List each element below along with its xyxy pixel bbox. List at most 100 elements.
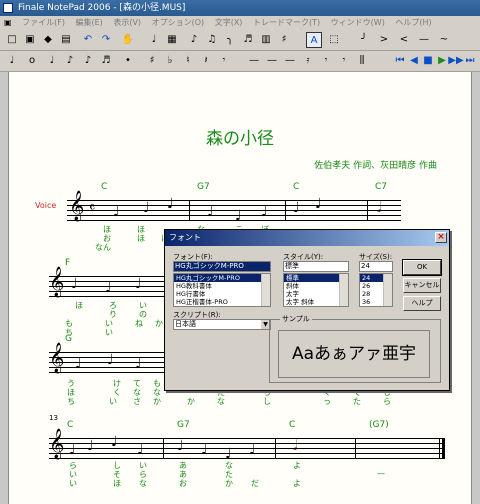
selection-tool-icon[interactable]: ⬚ <box>326 32 342 48</box>
text-tool-icon[interactable]: A <box>306 32 322 48</box>
note[interactable]: ♩ <box>69 442 76 458</box>
lyric[interactable]: か <box>153 396 161 407</box>
tuplet-tool-icon[interactable]: ♬ <box>240 32 256 48</box>
chord-symbol[interactable]: G7 <box>197 182 210 192</box>
lyric[interactable]: し <box>263 396 271 407</box>
lyric[interactable]: か <box>155 318 163 329</box>
lyric[interactable]: お <box>179 478 187 489</box>
redo-icon[interactable]: ↷ <box>98 32 114 48</box>
chord-symbol[interactable]: C7 <box>375 182 387 192</box>
eighth-rest-icon[interactable]: 𝄾 <box>216 53 232 69</box>
repeat-icon[interactable]: ⫼ <box>354 53 370 69</box>
font-list-item[interactable]: HG丸ゴシックM-PRO <box>174 274 270 282</box>
chord-symbol[interactable]: F <box>65 258 70 268</box>
measure-tool-icon[interactable]: ▥ <box>258 32 274 48</box>
dialog-title-bar[interactable]: フォント × <box>165 230 449 246</box>
quarter-rest-icon[interactable]: — <box>282 53 298 69</box>
key-tool-icon[interactable]: ▦ <box>164 32 180 48</box>
menu-options[interactable]: オプション(O) <box>148 16 209 30</box>
lyric[interactable]: なん <box>95 242 111 253</box>
note[interactable]: ♩ <box>135 356 142 372</box>
save-icon[interactable]: ◆ <box>40 32 56 48</box>
size-list-scrollbar[interactable] <box>383 274 392 306</box>
font-list[interactable]: HG丸ゴシックM-PRO HG教科書体 HG行書体 HG正楷書体-PRO <box>173 273 271 307</box>
chord-symbol[interactable]: G <box>65 334 72 344</box>
end-icon[interactable]: ⏭ <box>462 53 478 69</box>
font-list-item[interactable]: HG行書体 <box>174 290 270 298</box>
script-dropdown[interactable]: 日本語 ▼ <box>173 319 271 330</box>
crescendo-tool-icon[interactable]: > <box>376 32 392 48</box>
staff[interactable] <box>49 438 445 459</box>
menu-view[interactable]: 表示(V) <box>109 16 145 30</box>
lyric[interactable]: ち <box>67 396 75 407</box>
menu-text[interactable]: 文字(X) <box>211 16 247 30</box>
open-file-icon[interactable]: ▣ <box>22 32 38 48</box>
rest-64th-icon[interactable]: 𝄾 <box>336 53 352 69</box>
note[interactable]: ♩ <box>107 352 114 368</box>
font-list-item[interactable]: HG正楷書体-PRO <box>174 298 270 306</box>
chord-symbol[interactable]: C <box>293 182 299 192</box>
line-tool-icon[interactable]: — <box>416 32 432 48</box>
note[interactable]: ♩ <box>261 204 268 220</box>
sharp-icon[interactable]: ♯ <box>144 53 160 69</box>
trill-tool-icon[interactable]: ~ <box>436 32 452 48</box>
menu-file[interactable]: ファイル(F) <box>18 16 69 30</box>
note[interactable]: ♩ <box>135 276 142 292</box>
lyric[interactable]: か <box>225 478 233 489</box>
lyric[interactable]: さ <box>133 396 141 407</box>
note[interactable]: ♩ <box>177 438 184 454</box>
whole-note-icon[interactable]: o <box>24 53 40 69</box>
flat-icon[interactable]: ♭ <box>162 53 178 69</box>
palette-icon[interactable]: ♩ <box>4 53 20 69</box>
lyric[interactable]: っ <box>323 396 331 407</box>
measure-number[interactable]: 13 <box>49 414 58 422</box>
new-file-icon[interactable]: □ <box>4 32 20 48</box>
print-icon[interactable]: ▤ <box>58 32 74 48</box>
note[interactable]: 𝅗𝅥 <box>377 200 381 216</box>
font-list-item[interactable]: HG教科書体 <box>174 282 270 290</box>
note[interactable]: ♩ <box>315 196 322 212</box>
lyric[interactable]: ほ <box>75 300 83 311</box>
lyric[interactable]: だ <box>251 478 259 489</box>
lyric[interactable]: い <box>105 327 113 338</box>
note[interactable]: ♩ <box>111 434 118 450</box>
slur-tool-icon[interactable]: ╯ <box>356 32 372 48</box>
menu-window[interactable]: ウィンドウ(W) <box>327 16 389 30</box>
ok-button[interactable]: OK <box>402 259 442 276</box>
half-rest-icon[interactable]: — <box>264 53 280 69</box>
note[interactable]: ♩ <box>143 200 150 216</box>
note[interactable]: ♩ <box>207 204 214 220</box>
lyric[interactable]: ほ <box>137 233 145 244</box>
menu-trademark[interactable]: トレードマーク(T) <box>249 16 324 30</box>
lyric[interactable]: い <box>109 396 117 407</box>
staff-name[interactable]: Voice <box>35 201 56 210</box>
rest-icon[interactable]: 𝄽 <box>198 53 214 69</box>
note[interactable]: ♩ <box>249 442 256 458</box>
close-icon[interactable]: × <box>435 232 447 243</box>
quarter-note-icon[interactable]: ♪ <box>62 53 78 69</box>
font-name-input[interactable]: HG丸ゴシックM-PRO <box>173 261 271 272</box>
chord-symbol[interactable]: C <box>101 182 107 192</box>
hand-tool-icon[interactable]: ✋ <box>120 32 136 48</box>
note[interactable]: ♩ <box>293 200 300 216</box>
rest-32nd-icon[interactable]: 𝄾 <box>318 53 334 69</box>
note[interactable]: ♩ <box>113 204 120 220</box>
lyric[interactable]: か <box>187 396 195 407</box>
note[interactable]: ♩ <box>75 356 82 372</box>
note[interactable]: 𝅗𝅥 <box>293 438 297 454</box>
note[interactable]: ♩ <box>105 280 112 296</box>
doc-menu-icon[interactable]: ▣ <box>0 16 16 30</box>
chord-symbol[interactable]: (G7) <box>369 420 389 430</box>
chord-symbol[interactable]: G7 <box>177 420 190 430</box>
lyric[interactable]: な <box>139 478 147 489</box>
song-title[interactable]: 森の小径 <box>9 124 471 149</box>
undo-icon[interactable]: ↶ <box>80 32 96 48</box>
beam-tool-icon[interactable]: ♫ <box>204 32 220 48</box>
whole-rest-icon[interactable]: — <box>246 53 262 69</box>
lyric[interactable]: ね <box>135 318 143 329</box>
cancel-button[interactable]: キャンセル <box>403 278 441 293</box>
lyric[interactable]: い <box>69 478 77 489</box>
lyric[interactable]: よ <box>293 460 301 471</box>
menu-help[interactable]: ヘルプ(H) <box>391 16 435 30</box>
note[interactable]: ♩ <box>235 208 242 224</box>
